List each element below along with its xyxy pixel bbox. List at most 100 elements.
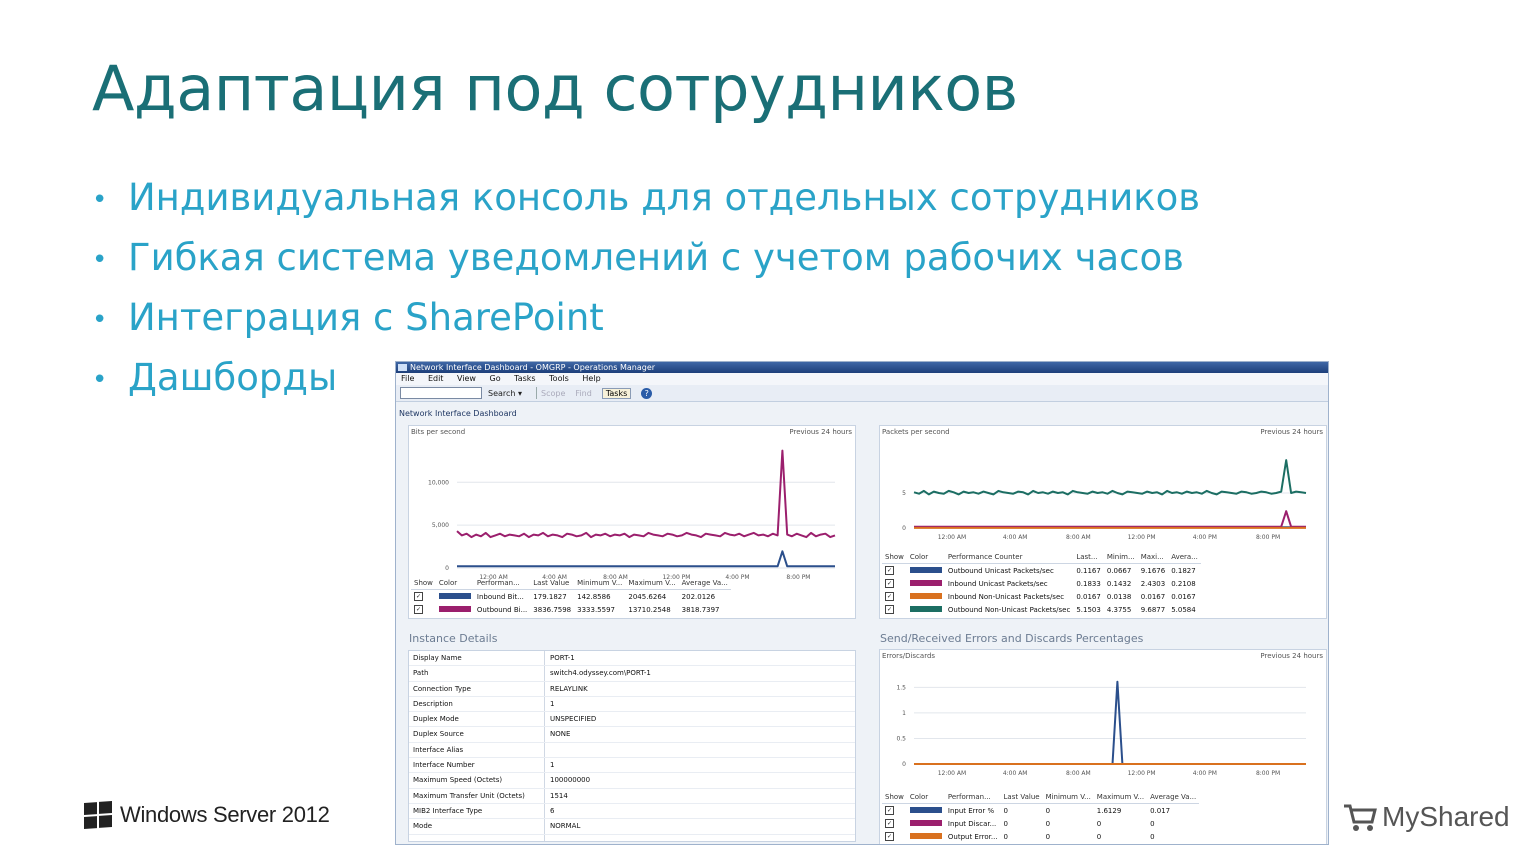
- x-tick-label: 8:00 PM: [786, 574, 810, 581]
- legend-header: Avera...: [1168, 550, 1201, 564]
- packets-chart-panel: Packets per second Previous 24 hours 0 5 1…: [879, 425, 1327, 619]
- detail-row: Path switch4.odyssey.com\PORT-1: [409, 666, 855, 682]
- windows-flag-icon: [84, 801, 112, 829]
- x-tick-label: 8:00 AM: [1066, 770, 1091, 777]
- min-value: 3333.5597: [577, 605, 615, 614]
- y-tick-label: 0.5: [896, 735, 906, 742]
- toolbar: Search ▾ Scope Find Tasks ?: [396, 385, 1328, 402]
- detail-row: Display Name PORT-1: [409, 651, 855, 667]
- detail-key: Maximum Transfer Unit (Octets): [413, 791, 525, 800]
- series-color-swatch: [438, 592, 471, 599]
- detail-row: Description 1: [409, 697, 855, 713]
- menu-view[interactable]: View: [457, 374, 476, 383]
- detail-value: switch4.odyssey.com\PORT-1: [550, 669, 651, 678]
- show-checkbox[interactable]: ✓: [414, 605, 423, 614]
- counter-name: Outbound Non-Unicast Packets/sec: [947, 605, 1071, 614]
- show-checkbox[interactable]: ✓: [885, 832, 894, 841]
- legend-header: Color: [906, 550, 945, 564]
- instance-details-title: Instance Details: [409, 632, 498, 645]
- x-tick-label: 8:00 PM: [1256, 534, 1280, 541]
- scope-button[interactable]: Scope: [541, 389, 565, 398]
- help-icon[interactable]: ?: [641, 387, 653, 399]
- chart-title: Bits per second: [411, 428, 466, 436]
- menu-file[interactable]: File: [401, 374, 414, 383]
- legend-header: Maxi...: [1137, 550, 1169, 564]
- min-value: 0.0138: [1106, 592, 1132, 601]
- menu-edit[interactable]: Edit: [428, 374, 444, 383]
- detail-value: NORMAL: [550, 822, 581, 831]
- menu-go[interactable]: Go: [490, 374, 501, 383]
- detail-key: Duplex Source: [413, 730, 464, 739]
- chart-time-range: Previous 24 hours: [1260, 652, 1323, 660]
- packets-chart: 0 5 12:00 AM 4:00 AM 8:00 AM 12:00 PM 4:00 PM 8…: [902, 459, 1307, 541]
- show-checkbox[interactable]: ✓: [414, 592, 423, 601]
- find-button[interactable]: Find: [575, 389, 591, 398]
- search-input[interactable]: [400, 387, 482, 399]
- legend-row: ✓ Inbound Bit... 179.1827 142.8586 2045.…: [411, 590, 731, 604]
- max-value: 0: [1096, 832, 1102, 841]
- bullet-item: • Гибкая система уведомлений с учетом раб…: [92, 232, 1200, 292]
- detail-key: Interface Alias: [413, 745, 464, 754]
- tasks-button[interactable]: Tasks: [601, 387, 632, 399]
- show-checkbox[interactable]: ✓: [885, 579, 894, 588]
- last-value: 179.1827: [533, 592, 567, 601]
- legend-header: Minim...: [1103, 550, 1138, 564]
- y-tick-label: 10,000: [428, 479, 449, 486]
- min-value: 0: [1045, 819, 1051, 828]
- dashboard-title: Network Interface Dashboard: [399, 409, 517, 418]
- y-tick-label: 5: [902, 490, 906, 497]
- counter-name: Inbound Non-Unicast Packets/sec: [947, 592, 1065, 601]
- detail-row: Interface Alias: [409, 743, 855, 759]
- bullet-dot: •: [92, 244, 108, 275]
- bullet-item: • Индивидуальная консоль для отдельных со…: [92, 172, 1200, 232]
- max-value: 0.0167: [1140, 592, 1166, 601]
- legend-row: ✓ Input Discar... 0 0 0 0: [882, 817, 1199, 830]
- counter-name: Outbound Bi...: [476, 605, 528, 614]
- bullet-item: • Интеграция с SharePoint: [92, 292, 1200, 352]
- avg-value: 0.017: [1150, 806, 1171, 815]
- bullet-dot: •: [92, 364, 108, 395]
- detail-value: NONE: [550, 730, 571, 739]
- max-value: 13710.2548: [628, 605, 671, 614]
- bullet-text: Интеграция с SharePoint: [128, 296, 604, 339]
- series-color-swatch: [909, 605, 942, 612]
- legend-header: Maximum V...: [1093, 790, 1148, 804]
- avg-value: 0: [1150, 832, 1155, 841]
- series-line: [914, 510, 1306, 528]
- avg-value: 5.0584: [1171, 605, 1196, 614]
- detail-key: Mode: [413, 822, 433, 831]
- show-checkbox[interactable]: ✓: [885, 605, 894, 614]
- errors-chart-panel: Errors/Discards Previous 24 hours 0 0.5 1 1…: [879, 649, 1327, 844]
- last-value: 0: [1003, 832, 1008, 841]
- bullet-dot: •: [92, 184, 108, 215]
- x-tick-label: 12:00 PM: [1128, 770, 1156, 777]
- legend-row: ✓ Outbound Non-Unicast Packets/sec 5.150…: [882, 603, 1201, 616]
- show-checkbox[interactable]: ✓: [885, 806, 894, 815]
- detail-key: Description: [413, 699, 453, 708]
- last-value: 0: [1003, 819, 1008, 828]
- last-value: 0.1833: [1076, 579, 1101, 588]
- show-checkbox[interactable]: ✓: [885, 566, 894, 575]
- bits-chart-panel: Bits per second Previous 24 hours 0 5,000…: [408, 425, 856, 619]
- show-checkbox[interactable]: ✓: [885, 819, 894, 828]
- detail-key: Interface Number: [413, 761, 475, 770]
- avg-value: 3818.7397: [681, 605, 720, 614]
- max-value: 2.4303: [1140, 579, 1166, 588]
- legend-header: Last...: [1073, 550, 1104, 564]
- legend-row: ✓ Inbound Non-Unicast Packets/sec 0.0167…: [882, 590, 1201, 603]
- search-button[interactable]: Search ▾: [488, 389, 522, 398]
- legend-header: Average Va...: [1147, 790, 1200, 804]
- detail-key: Display Name: [413, 654, 462, 662]
- legend-header: Minimum V...: [574, 576, 626, 590]
- menu-tools[interactable]: Tools: [549, 374, 569, 383]
- menu-help[interactable]: Help: [582, 374, 600, 383]
- series-color-swatch: [909, 592, 942, 599]
- legend-header: Show: [882, 790, 907, 804]
- series-line: [456, 449, 836, 539]
- x-tick-label: 12:00 AM: [938, 770, 966, 777]
- detail-value: 1514: [550, 791, 568, 800]
- last-value: 5.1503: [1076, 605, 1101, 614]
- legend-row: ✓ Outbound Unicast Packets/sec 0.1167 0.…: [882, 564, 1201, 578]
- show-checkbox[interactable]: ✓: [885, 592, 894, 601]
- menu-tasks[interactable]: Tasks: [514, 374, 535, 383]
